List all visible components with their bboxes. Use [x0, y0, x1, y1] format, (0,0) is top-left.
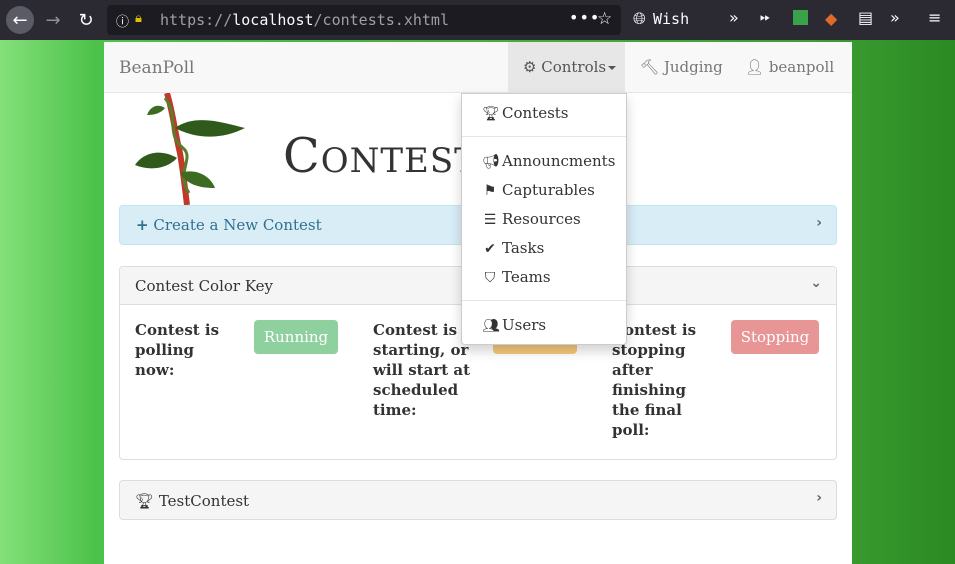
beanstalk-logo: [135, 93, 245, 205]
gavel-icon: 🔨︎: [640, 58, 660, 76]
nav-user[interactable]: 👤︎ beanpoll: [745, 58, 834, 76]
controls-dropdown-menu: 🏆︎ Contests 📢︎ Announcments ⚑ Capturables ☰…: [461, 93, 627, 345]
insecure-lock-icon[interactable]: 🔒︎: [135, 11, 142, 26]
menu-item-announcements[interactable]: 📢︎ Announcments: [482, 152, 615, 170]
menu-divider: [462, 136, 626, 137]
extension-green-icon[interactable]: [793, 10, 808, 25]
reload-icon: ↻: [78, 9, 94, 31]
arrow-right-icon: →: [45, 9, 61, 31]
fast-forward-icon[interactable]: ⏩︎: [760, 10, 770, 25]
menu-item-contests[interactable]: 🏆︎ Contests: [482, 104, 569, 122]
gear-icon: ⚙: [523, 58, 537, 76]
bookmark-star-icon[interactable]: ☆: [597, 9, 612, 29]
running-badge: Running: [254, 320, 338, 354]
reload-button[interactable]: ↻: [72, 6, 100, 34]
brand-link[interactable]: BeanPoll: [119, 58, 195, 78]
url-bar[interactable]: ⓘ 🔒︎ https://localhost/contests.xhtml ••…: [107, 5, 621, 35]
toolbar-overflow-icon[interactable]: »: [890, 8, 900, 27]
chevron-down-icon[interactable]: ⌄: [810, 275, 822, 291]
page-actions-icon[interactable]: •••: [569, 8, 600, 27]
plus-icon: +: [136, 216, 149, 234]
url-text[interactable]: https://localhost/contests.xhtml: [160, 11, 449, 29]
stopping-description: Contest is stopping after finishing the …: [612, 321, 697, 439]
starting-description: Contest is starting, or will start at sc…: [373, 321, 471, 419]
document-icon[interactable]: ▤: [858, 8, 873, 27]
stopping-badge: Stopping: [731, 320, 819, 354]
nav-controls-dropdown[interactable]: ⚙ Controls: [523, 58, 617, 76]
check-icon: ✔: [484, 241, 496, 257]
menu-item-teams[interactable]: ⛉ Teams: [482, 268, 551, 286]
nav-judging[interactable]: 🔨︎ Judging: [640, 58, 723, 76]
server-icon: ☰: [483, 212, 497, 228]
menu-divider: [462, 300, 626, 301]
arrow-left-icon: ←: [12, 9, 28, 31]
shield-icon: ⛉: [484, 270, 496, 286]
menu-item-resources[interactable]: ☰ Resources: [482, 210, 581, 228]
menu-icon[interactable]: ≡: [928, 8, 941, 27]
menu-item-capturables[interactable]: ⚑ Capturables: [482, 181, 595, 199]
browser-toolbar: ← → ↻ ⓘ 🔒︎ https://localhost/contests.xh…: [0, 0, 955, 40]
extension-fox-icon[interactable]: ◆: [825, 9, 837, 28]
chevron-right-icon[interactable]: ›: [816, 215, 822, 231]
bullhorn-icon: 📢︎: [482, 154, 500, 170]
caret-down-icon: [608, 66, 617, 70]
contest-panel[interactable]: 🏆︎ TestContest ›: [119, 480, 837, 520]
bookmark-wish[interactable]: Wish: [653, 10, 689, 28]
menu-item-tasks[interactable]: ✔ Tasks: [482, 239, 544, 257]
overflow-chevron-icon[interactable]: »: [729, 8, 739, 27]
trophy-icon: 🏆︎: [135, 492, 155, 510]
globe-icon: 🌐︎: [633, 9, 646, 28]
users-icon: 👥︎: [482, 318, 500, 334]
contest-title[interactable]: 🏆︎ TestContest: [135, 492, 249, 510]
color-key-title: Contest Color Key: [135, 277, 273, 295]
polling-description: Contest is polling now:: [135, 321, 220, 379]
info-icon[interactable]: ⓘ: [116, 11, 129, 30]
trophy-icon: 🏆︎: [482, 106, 500, 122]
forward-button[interactable]: →: [39, 6, 67, 34]
user-icon: 👤︎: [745, 58, 765, 76]
create-contest-link[interactable]: + Create a New Contest: [136, 216, 322, 234]
back-button[interactable]: ←: [6, 6, 34, 34]
menu-item-users[interactable]: 👥︎ Users: [482, 316, 546, 334]
navbar: BeanPoll ⚙ Controls 🔨︎ Judging 👤︎ beanpo…: [104, 42, 852, 93]
chevron-right-icon[interactable]: ›: [816, 490, 822, 506]
flag-icon: ⚑: [483, 183, 497, 199]
